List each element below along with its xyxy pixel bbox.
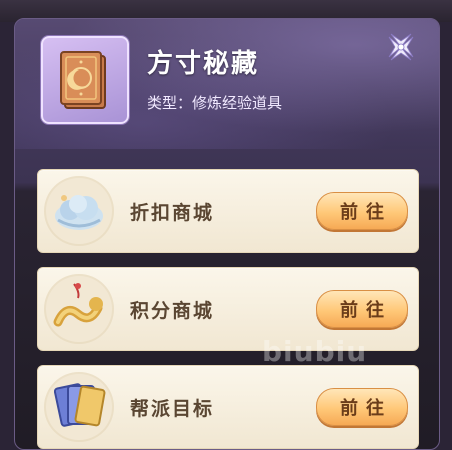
watermark: biubiu [262, 335, 368, 368]
list-item: 帮派目标 前往 [37, 365, 419, 449]
gold-dragon-icon [44, 274, 114, 344]
source-label: 折扣商城 [130, 202, 215, 224]
close-icon[interactable] [385, 31, 417, 63]
cloud-treasure-icon [44, 176, 114, 246]
source-label: 积分商城 [130, 300, 215, 322]
goto-button[interactable]: 前往 [316, 192, 408, 230]
goto-button[interactable]: 前往 [316, 388, 408, 426]
item-source-panel: 方寸秘藏 类型：修炼经验道具 折扣商城 前往 积分商城 前往 帮派目标 前往 [14, 18, 440, 450]
source-label: 帮派目标 [130, 398, 215, 420]
item-name: 方寸秘藏 [147, 49, 260, 79]
item-type: 类型：修炼经验道具 [147, 94, 283, 112]
list-item: 折扣商城 前往 [37, 169, 419, 253]
card-deck-icon [44, 372, 114, 442]
item-icon-frame [41, 36, 129, 124]
goto-button[interactable]: 前往 [316, 290, 408, 328]
book-icon [60, 51, 106, 109]
